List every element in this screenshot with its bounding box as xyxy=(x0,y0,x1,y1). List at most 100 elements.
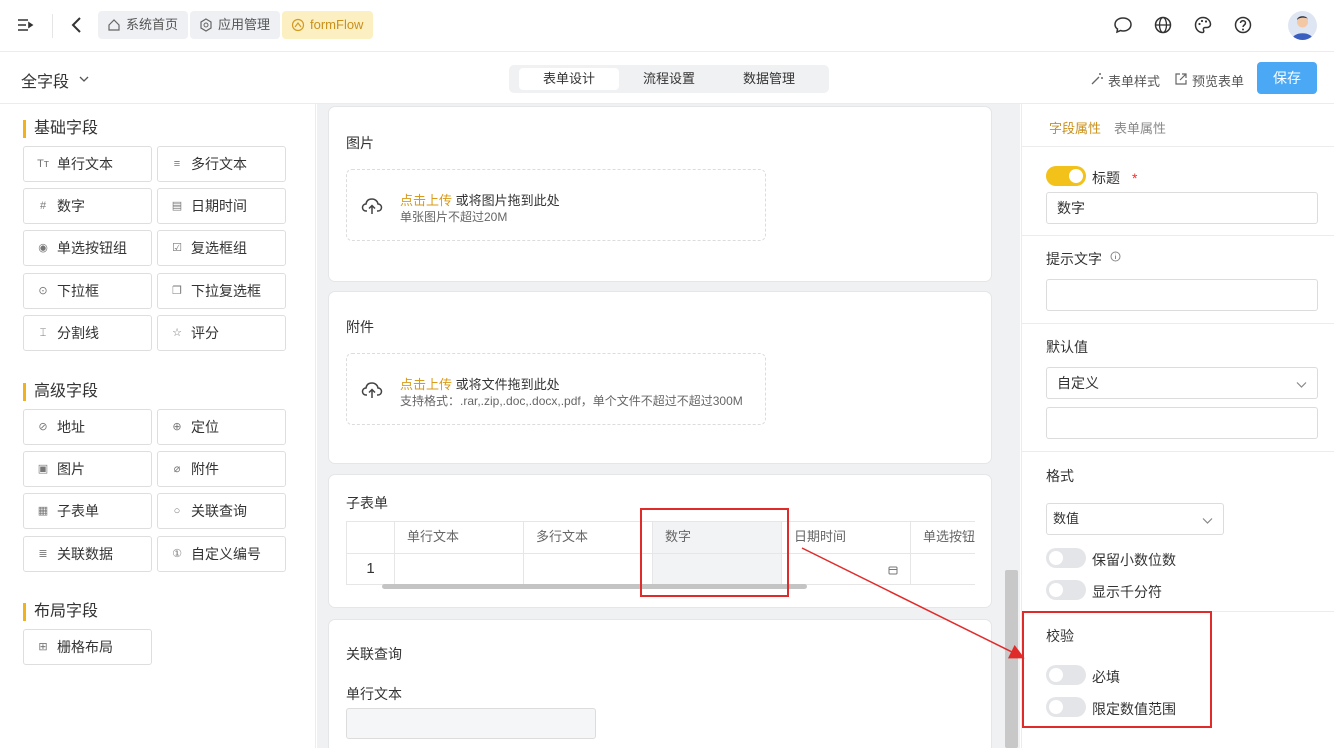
field-location[interactable]: ⊕ 定位 xyxy=(157,409,286,445)
field-multi-select[interactable]: ❐ 下拉复选框 xyxy=(157,273,286,309)
form-style-label: 表单样式 xyxy=(1108,74,1161,89)
field-rating[interactable]: ☆ 评分 xyxy=(157,315,286,351)
field-address[interactable]: ⊘ 地址 xyxy=(23,409,152,445)
globe-icon[interactable] xyxy=(1153,15,1173,35)
image-field-card[interactable]: 图片 点击上传 或将图片拖到此处 单张图片不超过20M xyxy=(329,107,991,281)
image-upload-area[interactable]: 点击上传 或将图片拖到此处 单张图片不超过20M xyxy=(346,169,766,241)
field-attachment[interactable]: ⌀ 附件 xyxy=(157,451,286,487)
tab-flow-settings[interactable]: 流程设置 xyxy=(619,68,719,90)
required-mark: * xyxy=(1132,170,1138,186)
default-value-input[interactable] xyxy=(1046,407,1318,439)
hint-input[interactable] xyxy=(1046,279,1318,311)
tab-form-properties[interactable]: 表单属性 xyxy=(1114,118,1166,137)
column-header[interactable]: 单行文本 xyxy=(394,521,523,553)
database-icon: ≣ xyxy=(38,548,48,560)
magic-wand-icon xyxy=(1091,73,1103,85)
table-icon: ▦ xyxy=(37,505,49,517)
field-multi-line-text[interactable]: ≡ 多行文本 xyxy=(157,146,286,182)
column-header[interactable]: 单选按钮组 xyxy=(910,521,975,553)
breadcrumb-formflow[interactable]: formFlow xyxy=(282,11,374,39)
format-select[interactable]: 数值 xyxy=(1046,503,1224,535)
format-label: 格式 xyxy=(1046,468,1074,484)
click-upload-link[interactable]: 点击上传 xyxy=(400,377,452,392)
thousands-separator-label: 显示千分符 xyxy=(1092,584,1162,600)
upload-limit: 单张图片不超过20M xyxy=(400,210,508,224)
field-checkbox-group[interactable]: ☑ 复选框组 xyxy=(157,230,286,266)
menu-toggle-icon[interactable] xyxy=(16,16,34,34)
drag-hint: 或将文件拖到此处 xyxy=(455,377,560,392)
thousands-separator-toggle[interactable] xyxy=(1046,580,1086,600)
avatar[interactable] xyxy=(1288,11,1317,40)
column-header[interactable]: 日期时间 xyxy=(781,521,910,553)
breadcrumb-label: 应用管理 xyxy=(218,17,271,32)
field-select[interactable]: ⊙ 下拉框 xyxy=(23,273,152,309)
upload-hint: 点击上传 或将文件拖到此处 xyxy=(400,374,560,393)
field-label: 复选框组 xyxy=(191,240,247,256)
preview-form-button[interactable]: 预览表单 xyxy=(1174,71,1244,90)
home-icon xyxy=(108,19,120,31)
field-divider[interactable]: ⌶ 分割线 xyxy=(23,315,152,351)
keep-decimals-toggle[interactable] xyxy=(1046,548,1086,568)
default-value-select[interactable]: 自定义 xyxy=(1046,367,1318,399)
single-line-text-input[interactable] xyxy=(346,708,596,739)
field-custom-number[interactable]: ① 自定义编号 xyxy=(157,536,286,572)
field-label: 下拉框 xyxy=(57,283,99,299)
designer-toolbar: 全字段 表单设计 流程设置 数据管理 表单样式 预览表单 保存 xyxy=(0,53,1334,104)
field-label: 子表单 xyxy=(57,503,99,519)
attachment-field-card[interactable]: 附件 点击上传 或将文件拖到此处 支持格式：.rar,.zip,.doc,.do… xyxy=(329,292,991,463)
back-icon[interactable] xyxy=(68,15,86,35)
chat-icon[interactable] xyxy=(1113,15,1133,35)
format-select-value: 数值 xyxy=(1053,511,1080,526)
index-header xyxy=(346,521,394,553)
calendar-icon xyxy=(888,566,898,575)
field-single-line-text[interactable]: Tт 单行文本 xyxy=(23,146,152,182)
hash-icon: # xyxy=(39,200,47,212)
breadcrumb-apps[interactable]: 应用管理 xyxy=(190,11,281,39)
external-link-icon xyxy=(1175,73,1187,85)
field-lookup[interactable]: ○ 关联查询 xyxy=(157,493,286,529)
lookup-field-card[interactable]: 关联查询 单行文本 xyxy=(329,620,991,748)
field-related-data[interactable]: ≣ 关联数据 xyxy=(23,536,152,572)
search-icon: ○ xyxy=(173,505,181,517)
form-style-button[interactable]: 表单样式 xyxy=(1090,71,1160,90)
field-subform[interactable]: ▦ 子表单 xyxy=(23,493,152,529)
column-header[interactable]: 多行文本 xyxy=(523,521,652,553)
field-label: 单选按钮组 xyxy=(57,240,127,256)
save-button[interactable]: 保存 xyxy=(1257,62,1317,94)
field-number[interactable]: # 数字 xyxy=(23,188,152,224)
table-cell[interactable] xyxy=(910,553,975,585)
chevron-down-icon xyxy=(79,76,89,82)
palette-icon[interactable] xyxy=(1193,15,1213,35)
hint-section: 提示文字 xyxy=(1022,235,1334,324)
default-select-value: 自定义 xyxy=(1057,375,1099,391)
breadcrumb-home[interactable]: 系统首页 xyxy=(98,11,189,39)
field-image[interactable]: ▣ 图片 xyxy=(23,451,152,487)
table-cell[interactable] xyxy=(523,553,652,585)
file-upload-area[interactable]: 点击上传 或将文件拖到此处 支持格式：.rar,.zip,.doc,.docx,… xyxy=(346,353,766,425)
title-input[interactable]: 数字 xyxy=(1046,192,1318,224)
checkbox-icon: ☑ xyxy=(172,242,182,254)
tab-field-properties[interactable]: 字段属性 xyxy=(1049,118,1101,137)
highlight-validation xyxy=(1022,611,1212,728)
field-filter-dropdown[interactable]: 全字段 xyxy=(21,68,89,92)
field-label: 栅格布局 xyxy=(57,639,113,655)
field-grid-layout[interactable]: ⊞ 栅格布局 xyxy=(23,629,152,665)
click-upload-link[interactable]: 点击上传 xyxy=(400,193,452,208)
hint-label: 提示文字 xyxy=(1046,251,1102,267)
cloud-upload-icon xyxy=(361,198,383,214)
table-cell[interactable] xyxy=(781,553,910,585)
default-value-label: 默认值 xyxy=(1046,339,1088,355)
field-radio-group[interactable]: ◉ 单选按钮组 xyxy=(23,230,152,266)
field-datetime[interactable]: ▤ 日期时间 xyxy=(157,188,286,224)
form-canvas: 图片 点击上传 或将图片拖到此处 单张图片不超过20M 附件 点击上传 或将文件… xyxy=(317,104,1020,748)
canvas-scrollbar[interactable] xyxy=(1005,570,1018,748)
tab-form-design[interactable]: 表单设计 xyxy=(519,68,619,90)
title-toggle[interactable] xyxy=(1046,166,1086,186)
tab-data-management[interactable]: 数据管理 xyxy=(719,68,819,90)
help-icon[interactable] xyxy=(1233,15,1253,35)
select-icon: ⊙ xyxy=(38,285,48,297)
title-toggle-label: 标题 * xyxy=(1092,168,1137,188)
table-cell[interactable] xyxy=(394,553,523,585)
info-icon[interactable] xyxy=(1110,251,1121,262)
row-index: 1 xyxy=(346,553,394,585)
